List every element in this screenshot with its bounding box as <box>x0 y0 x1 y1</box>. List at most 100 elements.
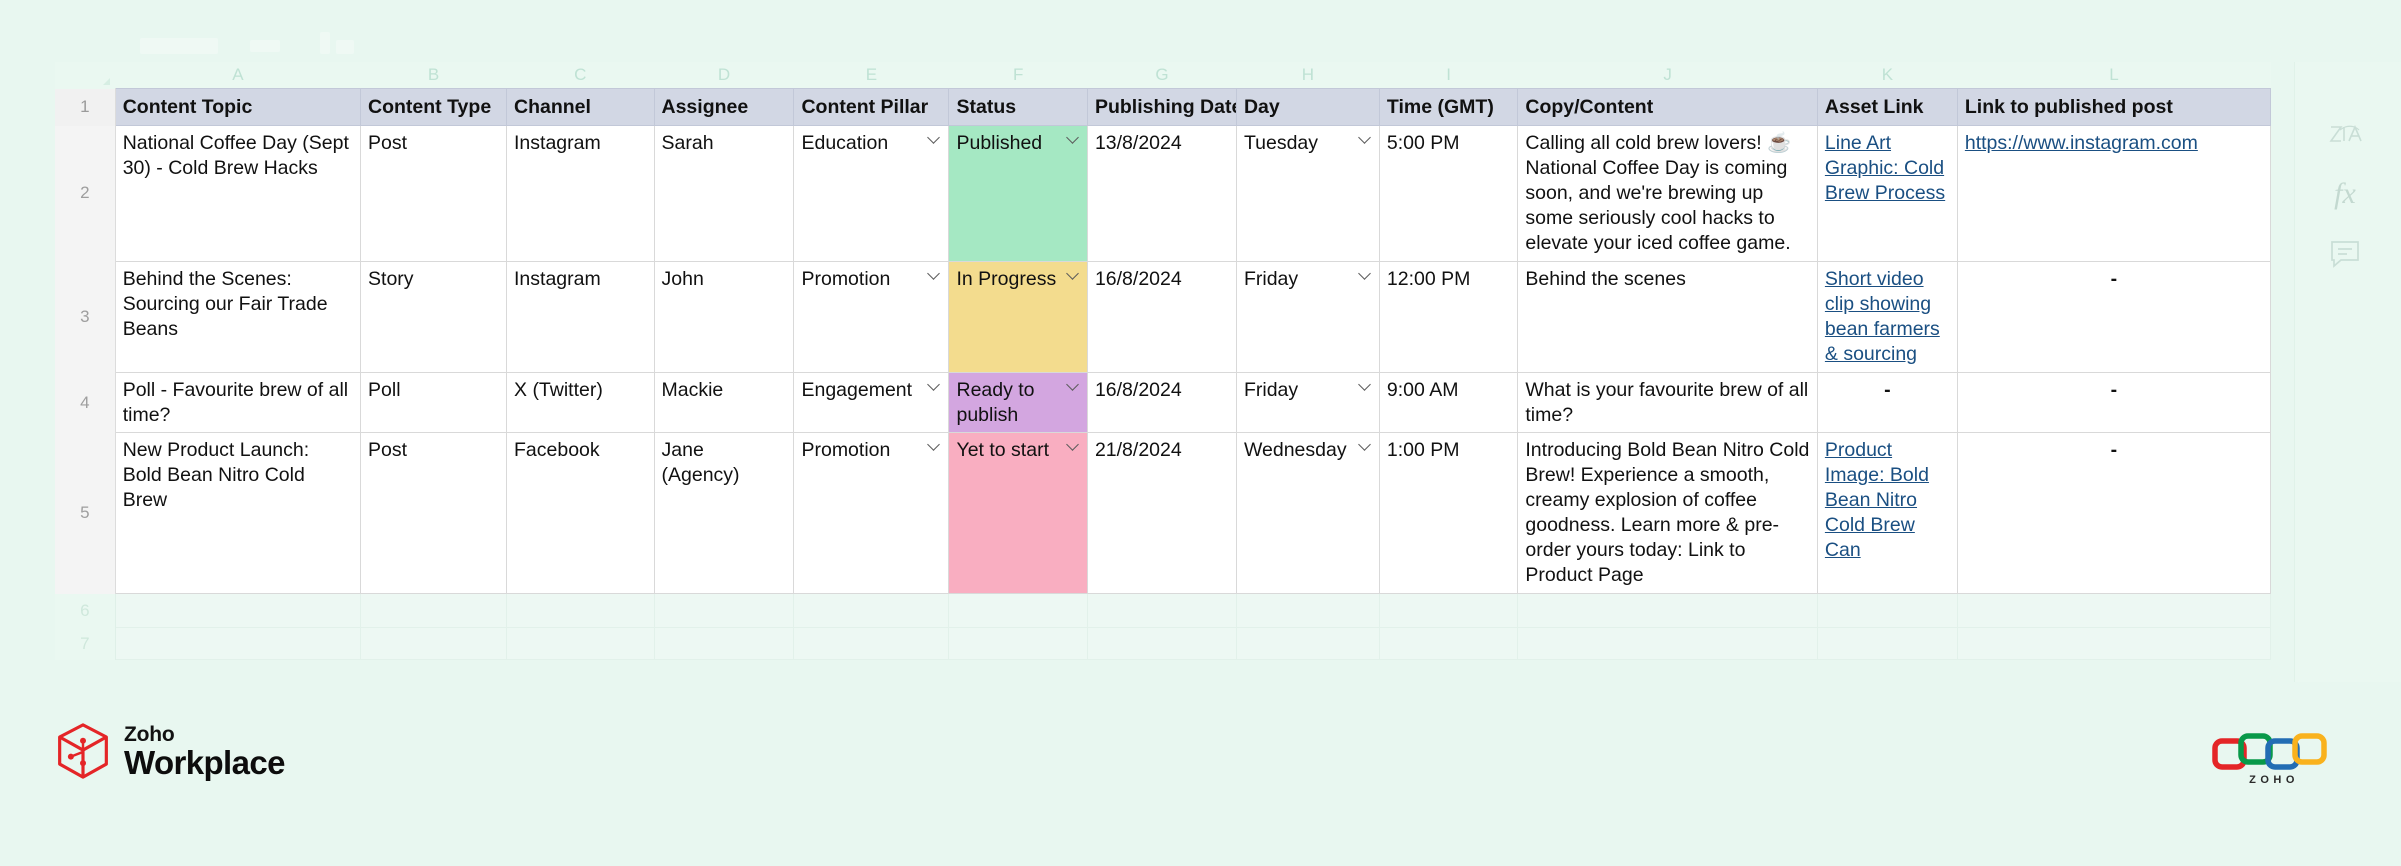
cell-assignee[interactable]: Jane (Agency) <box>653 432 795 595</box>
chevron-down-icon[interactable] <box>928 133 941 141</box>
cell-content-topic[interactable]: Poll - Favourite brew of all time? <box>114 371 362 434</box>
cell-empty[interactable] <box>360 593 508 629</box>
asset-link[interactable]: Product Image: Bold Bean Nitro Cold Brew… <box>1825 439 1929 561</box>
cell-empty[interactable] <box>1378 593 1519 629</box>
column-letter-k[interactable]: K <box>1817 62 1958 89</box>
cell-day[interactable]: Friday <box>1235 371 1380 434</box>
cell-content-pillar[interactable]: Promotion <box>793 432 950 595</box>
cell-publishing-date[interactable]: 16/8/2024 <box>1086 371 1237 434</box>
cell-assignee[interactable]: Mackie <box>653 371 795 434</box>
spreadsheet-grid-container[interactable]: A B C D E F G H I J K L 1 Content Topic … <box>55 62 2295 661</box>
cell-copy-content[interactable]: Calling all cold brew lovers! ☕ National… <box>1517 125 1818 262</box>
row-number-5[interactable]: 5 <box>55 432 116 594</box>
cell-channel[interactable]: Facebook <box>506 432 655 595</box>
row-number-1[interactable]: 1 <box>55 88 116 126</box>
chevron-down-icon[interactable] <box>928 269 941 277</box>
cell-copy-content[interactable]: Behind the scenes <box>1517 260 1818 373</box>
published-post-link[interactable]: https://www.instagram.com <box>1965 132 2198 154</box>
zia-icon[interactable] <box>2323 112 2367 156</box>
asset-link[interactable]: Line Art Graphic: Cold Brew Process <box>1825 132 1945 204</box>
column-letter-j[interactable]: J <box>1517 62 1818 89</box>
cell-assignee[interactable]: John <box>653 260 795 373</box>
cell-empty[interactable] <box>1816 593 1958 629</box>
chevron-down-icon[interactable] <box>1067 133 1080 141</box>
cell-content-pillar[interactable]: Promotion <box>793 260 950 373</box>
chevron-down-icon[interactable] <box>1359 133 1372 141</box>
cell-content-topic[interactable]: New Product Launch: Bold Bean Nitro Cold… <box>114 432 362 595</box>
cell-empty[interactable] <box>114 627 362 661</box>
row-number-2[interactable]: 2 <box>55 125 116 262</box>
cell-status[interactable]: Ready to publish <box>948 371 1088 434</box>
chevron-down-icon[interactable] <box>928 380 941 388</box>
spreadsheet-table[interactable]: A B C D E F G H I J K L 1 Content Topic … <box>55 62 2272 661</box>
cell-status[interactable]: In Progress <box>948 260 1088 373</box>
table-row-empty[interactable]: 7 <box>55 627 2272 661</box>
cell-status[interactable]: Published <box>948 125 1088 262</box>
cell-content-pillar[interactable]: Engagement <box>793 371 950 434</box>
cell-content-type[interactable]: Story <box>360 260 508 373</box>
column-letter-a[interactable]: A <box>115 62 361 89</box>
chevron-down-icon[interactable] <box>928 440 941 448</box>
cell-empty[interactable] <box>1086 627 1237 661</box>
cell-empty[interactable] <box>506 627 655 661</box>
row-number-4[interactable]: 4 <box>55 372 116 433</box>
chevron-down-icon[interactable] <box>1359 269 1372 277</box>
cell-empty[interactable] <box>1816 627 1958 661</box>
cell-content-type[interactable]: Post <box>360 432 508 595</box>
cell-content-topic[interactable]: Behind the Scenes: Sourcing our Fair Tra… <box>114 260 362 373</box>
cell-empty[interactable] <box>1235 593 1380 629</box>
table-row[interactable]: 4 Poll - Favourite brew of all time? Pol… <box>55 371 2272 434</box>
row-number-7[interactable]: 7 <box>55 627 116 660</box>
cell-channel[interactable]: Instagram <box>506 125 655 262</box>
formula-fx-icon[interactable]: fx <box>2323 172 2367 216</box>
column-letter-b[interactable]: B <box>360 62 507 89</box>
cell-day[interactable]: Tuesday <box>1235 125 1380 262</box>
cell-published-post-link[interactable]: - <box>1956 432 2272 595</box>
cell-empty[interactable] <box>653 627 795 661</box>
cell-status[interactable]: Yet to start <box>948 432 1088 595</box>
column-letter-d[interactable]: D <box>654 62 794 89</box>
cell-asset-link[interactable]: Short video clip showing bean farmers & … <box>1816 260 1958 373</box>
row-number-3[interactable]: 3 <box>55 261 116 373</box>
column-letter-g[interactable]: G <box>1087 62 1237 89</box>
cell-publishing-date[interactable]: 21/8/2024 <box>1086 432 1237 595</box>
column-letter-l[interactable]: L <box>1957 62 2271 89</box>
cell-time-gmt[interactable]: 12:00 PM <box>1378 260 1519 373</box>
cell-content-pillar[interactable]: Education <box>793 125 950 262</box>
cell-channel[interactable]: X (Twitter) <box>506 371 655 434</box>
cell-empty[interactable] <box>793 593 950 629</box>
cell-channel[interactable]: Instagram <box>506 260 655 373</box>
cell-day[interactable]: Friday <box>1235 260 1380 373</box>
cell-empty[interactable] <box>1086 593 1237 629</box>
cell-published-post-link[interactable]: - <box>1956 371 2272 434</box>
cell-empty[interactable] <box>360 627 508 661</box>
cell-published-post-link[interactable]: https://www.instagram.com <box>1956 125 2272 262</box>
cell-empty[interactable] <box>948 593 1088 629</box>
table-row[interactable]: 3 Behind the Scenes: Sourcing our Fair T… <box>55 260 2272 373</box>
column-letter-i[interactable]: I <box>1379 62 1518 89</box>
cell-empty[interactable] <box>1517 627 1818 661</box>
cell-empty[interactable] <box>1956 593 2272 629</box>
cell-empty[interactable] <box>1517 593 1818 629</box>
cell-empty[interactable] <box>1378 627 1519 661</box>
cell-asset-link[interactable]: Line Art Graphic: Cold Brew Process <box>1816 125 1958 262</box>
asset-link[interactable]: Short video clip showing bean farmers & … <box>1825 268 1940 365</box>
cell-assignee[interactable]: Sarah <box>653 125 795 262</box>
cell-empty[interactable] <box>948 627 1088 661</box>
column-letter-c[interactable]: C <box>506 62 654 89</box>
table-row-empty[interactable]: 6 <box>55 593 2272 629</box>
cell-publishing-date[interactable]: 13/8/2024 <box>1086 125 1237 262</box>
cell-empty[interactable] <box>1235 627 1380 661</box>
chevron-down-icon[interactable] <box>1359 440 1372 448</box>
cell-empty[interactable] <box>114 593 362 629</box>
cell-empty[interactable] <box>1956 627 2272 661</box>
cell-copy-content[interactable]: What is your favourite brew of all time? <box>1517 371 1818 434</box>
cell-asset-link[interactable]: Product Image: Bold Bean Nitro Cold Brew… <box>1816 432 1958 595</box>
cell-asset-link[interactable]: - <box>1816 371 1958 434</box>
table-row[interactable]: 2 National Coffee Day (Sept 30) - Cold B… <box>55 125 2272 262</box>
cell-publishing-date[interactable]: 16/8/2024 <box>1086 260 1237 373</box>
cell-content-type[interactable]: Post <box>360 125 508 262</box>
cell-time-gmt[interactable]: 9:00 AM <box>1378 371 1519 434</box>
column-letter-e[interactable]: E <box>793 62 949 89</box>
column-letter-h[interactable]: H <box>1236 62 1380 89</box>
